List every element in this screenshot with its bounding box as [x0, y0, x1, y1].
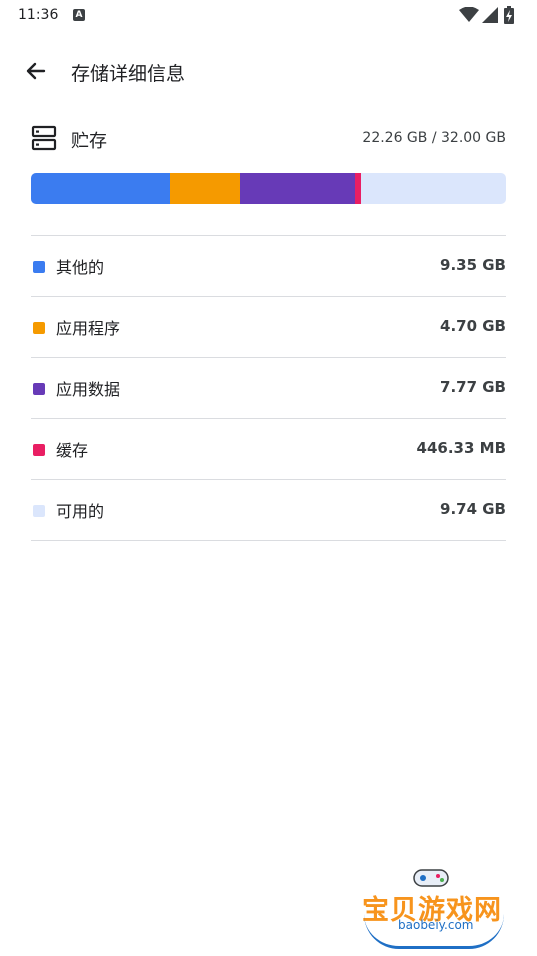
item-size: 4.70 GB — [440, 317, 506, 335]
item-label: 缓存 — [56, 441, 89, 460]
watermark-url: baobeiy.com — [398, 918, 474, 932]
watermark-logo: 宝贝游戏网 baobeiy.com — [360, 862, 510, 952]
status-icons — [459, 6, 519, 26]
usage-bar-segment — [169, 173, 240, 204]
list-item: 其他的 9.35 GB — [31, 236, 506, 297]
item-label: 可用的 — [56, 502, 105, 521]
storage-breakdown-list: 其他的 9.35 GB 应用程序 4.70 GB 应用数据 7.77 GB 缓存 446.33… — [31, 236, 506, 541]
storage-header: 贮存 22.26 GB / 32.00 GB — [31, 122, 506, 154]
storage-usage-bar — [31, 173, 506, 204]
item-size: 446.33 MB — [416, 439, 506, 457]
list-item: 应用程序 4.70 GB — [31, 297, 506, 358]
storage-label: 贮存 — [71, 131, 107, 152]
signal-icon — [482, 7, 498, 23]
item-size: 9.35 GB — [440, 256, 506, 274]
item-label: 其他的 — [56, 258, 105, 277]
status-time: 11:36 — [18, 7, 59, 23]
usage-bar-segment — [354, 173, 362, 204]
storage-icon — [31, 125, 57, 151]
storage-usage: 22.26 GB / 32.00 GB — [362, 130, 506, 146]
color-swatch — [33, 261, 45, 273]
item-label: 应用数据 — [56, 380, 121, 399]
usage-bar-segment — [31, 173, 170, 204]
list-item: 可用的 9.74 GB — [31, 480, 506, 541]
color-swatch — [33, 322, 45, 334]
a-icon: A — [73, 9, 85, 21]
list-item: 应用数据 7.77 GB — [31, 358, 506, 419]
app-bar: 存储详细信息 — [0, 44, 537, 100]
item-label: 应用程序 — [56, 319, 121, 338]
status-bar: 11:36 A — [0, 0, 537, 32]
page-title: 存储详细信息 — [71, 63, 186, 85]
color-swatch — [33, 444, 45, 456]
list-item: 缓存 446.33 MB — [31, 419, 506, 480]
back-button[interactable] — [18, 56, 50, 88]
item-size: 9.74 GB — [440, 500, 506, 518]
color-swatch — [33, 383, 45, 395]
arrow-left-icon — [26, 62, 46, 80]
battery-charging-icon — [504, 6, 514, 24]
usage-bar-segment — [239, 173, 355, 204]
gamepad-icon — [413, 869, 449, 887]
color-swatch — [33, 505, 45, 517]
item-size: 7.77 GB — [440, 378, 506, 396]
wifi-icon — [459, 7, 479, 22]
